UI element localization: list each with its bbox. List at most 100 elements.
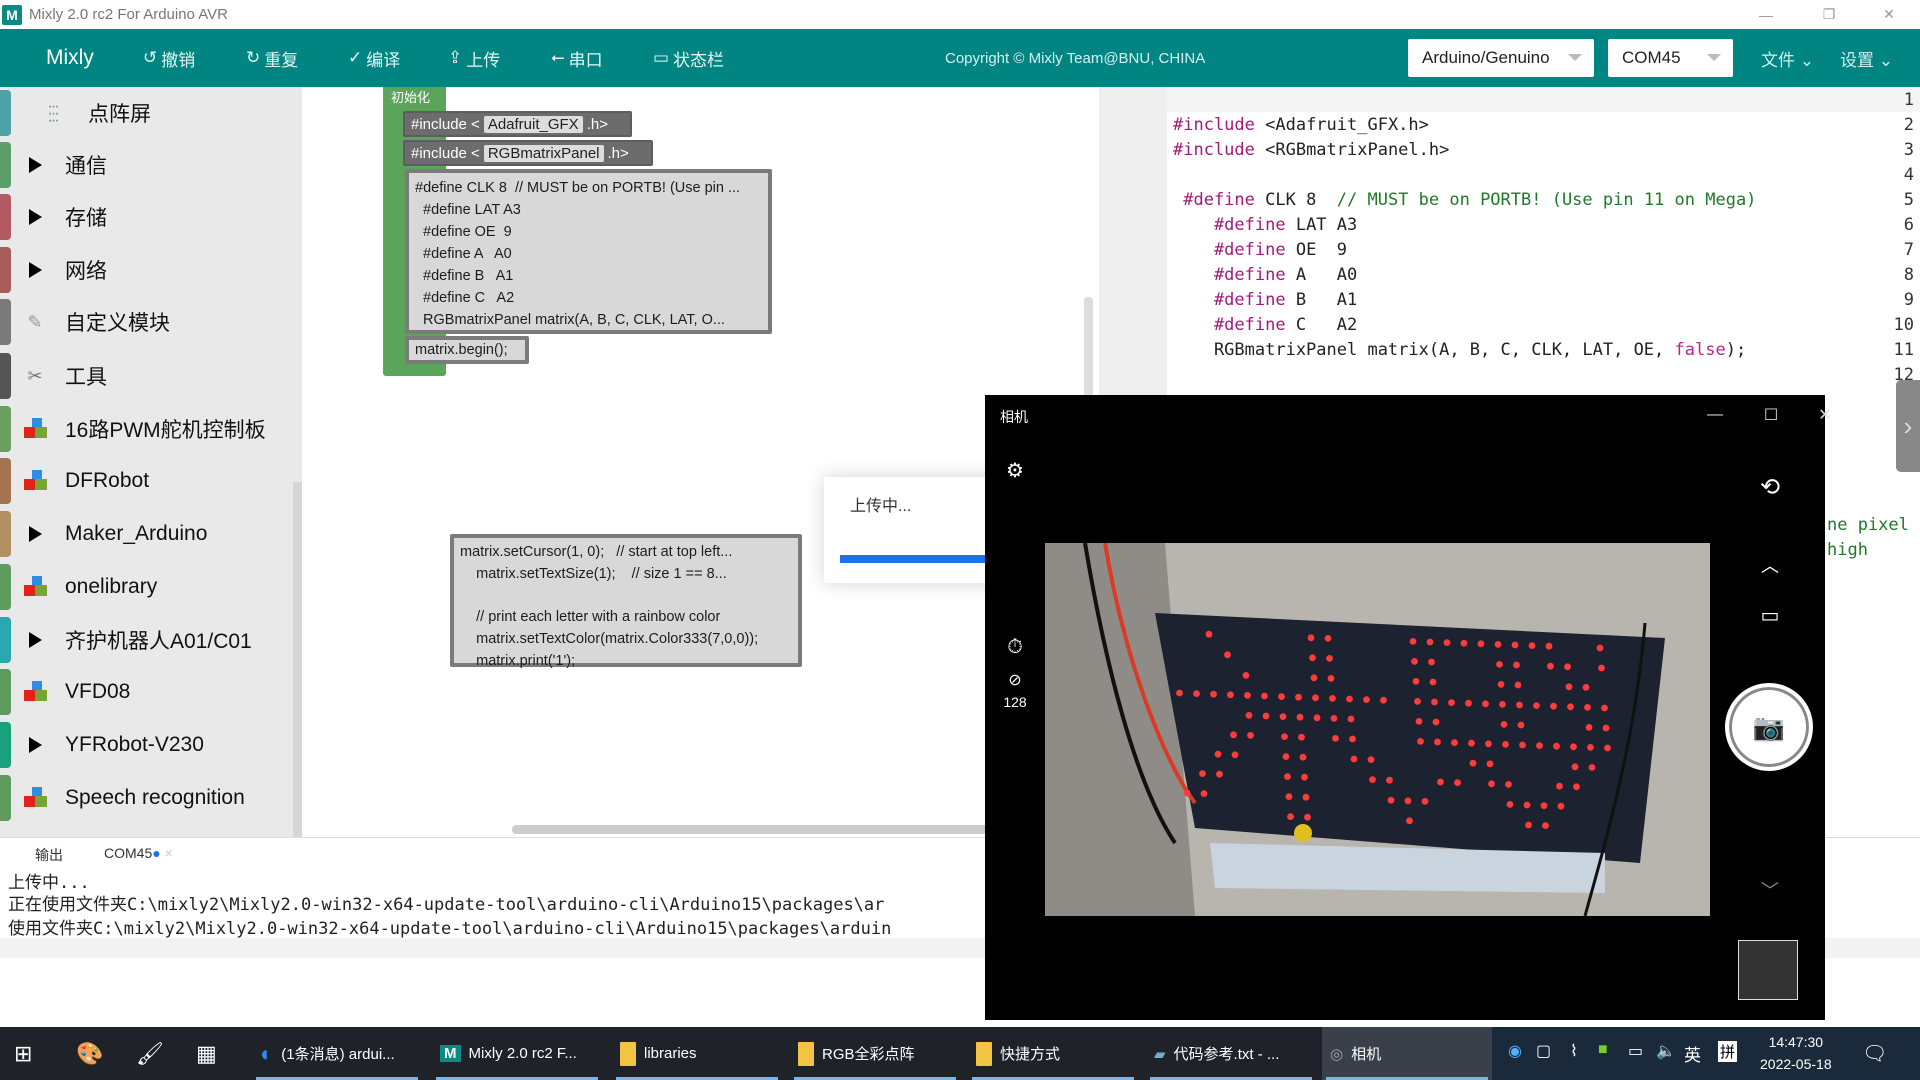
undo-button[interactable]: ↺ 撤销 — [143, 46, 195, 71]
brand-label[interactable]: Mixly — [46, 46, 94, 70]
sidebar-item[interactable]: 存储 — [0, 191, 302, 243]
pinned-app[interactable]: ▦ — [196, 1027, 232, 1080]
last-photo-thumbnail[interactable] — [1738, 940, 1798, 1000]
network-icon[interactable]: ⌇ — [1570, 1041, 1578, 1061]
loop-code-block[interactable]: matrix.setCursor(1, 0); // start at top … — [450, 534, 802, 669]
gear-icon[interactable]: ⚙ — [1000, 455, 1030, 485]
taskbar-item[interactable]: M Mixly 2.0 rc2 F... — [432, 1027, 602, 1080]
led-dot — [1545, 642, 1553, 650]
tablet-mode-icon[interactable]: ▢ — [1536, 1041, 1551, 1061]
switch-camera-icon[interactable]: ⟲ — [1750, 467, 1790, 507]
copyright-text: Copyright © Mixly Team@BNU, CHINA — [945, 49, 1206, 67]
code-line[interactable]: RGBmatrixPanel matrix(A, B, C, CLK, LAT,… — [1173, 340, 1746, 360]
code-comment-fragment: high — [1827, 540, 1868, 560]
code-line[interactable]: #include <RGBmatrixPanel.h> — [1173, 140, 1449, 160]
led-dot — [1443, 639, 1451, 646]
led-dot — [1210, 690, 1217, 698]
board-select[interactable]: Arduino/Genuino — [1408, 39, 1594, 77]
include-field[interactable]: Adafruit_GFX — [483, 115, 583, 133]
minimize-button[interactable]: — — [1743, 0, 1789, 29]
volume-icon[interactable]: 🔈 — [1656, 1041, 1676, 1061]
compile-button[interactable]: ✓ 编译 — [348, 46, 400, 71]
sidebar-item[interactable]: VFD08 — [0, 666, 302, 718]
statusbar-button[interactable]: ▭ 状态栏 — [653, 46, 724, 71]
caret-down-icon — [1568, 54, 1582, 61]
include-block-rgbmatrix[interactable]: #include < RGBmatrixPanel .h> — [403, 140, 653, 166]
sidebar-item[interactable]: Maker_Arduino — [0, 508, 302, 560]
battery-icon[interactable]: ▭ — [1628, 1041, 1643, 1061]
taskbar-item[interactable]: 快捷方式 — [968, 1027, 1138, 1080]
close-tab-icon[interactable]: × — [161, 845, 173, 861]
close-button[interactable]: ✕ — [1866, 0, 1912, 29]
taskbar-item[interactable]: ◐ (1条消息) ardui... — [252, 1027, 422, 1080]
serial-button[interactable]: ⭠ 串口 — [551, 46, 603, 71]
sidebar-item[interactable]: YFRobot-V230 — [0, 719, 302, 771]
tray-app-icon[interactable]: ◉ — [1508, 1041, 1522, 1061]
led-dot — [1511, 641, 1519, 649]
led-dot — [1310, 674, 1318, 682]
include-block-adafruit[interactable]: #include < Adafruit_GFX .h> — [403, 111, 632, 137]
sidebar-item[interactable]: 网络 — [0, 244, 302, 296]
define-code-block[interactable]: #define CLK 8 // MUST be on PORTB! (Use … — [405, 169, 772, 334]
video-mode-icon[interactable]: ▭ — [1750, 600, 1790, 630]
file-menu[interactable]: 文件 ⌄ — [1761, 46, 1814, 71]
redo-icon: ↻ — [246, 48, 261, 67]
gpu-tray-icon[interactable]: ■ — [1598, 1041, 1608, 1059]
system-clock[interactable]: 14:47:30 2022-05-18 — [1760, 1031, 1832, 1075]
led-dot — [1281, 733, 1288, 740]
workspace-vertical-scrollbar[interactable] — [1084, 297, 1093, 397]
side-panel-toggle[interactable]: › — [1896, 380, 1920, 472]
shutter-button[interactable]: 📷 — [1725, 683, 1813, 771]
ime-language[interactable]: 英 — [1684, 1041, 1701, 1066]
camera-maximize-button[interactable]: ☐ — [1753, 401, 1789, 429]
sidebar-item[interactable]: ✂ 工具 — [0, 350, 302, 402]
port-select[interactable]: COM45 — [1608, 39, 1733, 77]
tab-com45[interactable]: COM45● × — [104, 845, 173, 861]
camera-close-button[interactable]: ✕ — [1807, 401, 1843, 429]
pinned-app[interactable]: 🎨 — [76, 1027, 112, 1080]
taskbar-item[interactable]: ▰ 代码参考.txt - ... — [1146, 1027, 1316, 1080]
pinned-app[interactable]: 🖌 — [136, 1027, 172, 1080]
category-color-stripe — [0, 406, 11, 452]
taskbar-item[interactable]: RGB全彩点阵 — [790, 1027, 960, 1080]
settings-menu[interactable]: 设置 ⌄ — [1840, 46, 1893, 71]
sidebar-item[interactable]: Speech recognition — [0, 772, 302, 824]
include-field[interactable]: RGBmatrixPanel — [483, 144, 604, 162]
sidebar-item[interactable]: 通信 — [0, 139, 302, 191]
upload-button[interactable]: ⇪ 上传 — [448, 46, 500, 71]
chevron-up-icon[interactable]: ︿ — [1750, 550, 1790, 580]
redo-button[interactable]: ↻ 重复 — [246, 46, 298, 71]
maximize-button[interactable]: ❐ — [1806, 0, 1852, 29]
led-dot — [1602, 724, 1610, 732]
workspace-horizontal-scrollbar[interactable] — [512, 825, 992, 834]
code-line[interactable]: #define LAT A3 — [1173, 215, 1357, 235]
camera-minimize-button[interactable]: — — [1697, 401, 1733, 429]
begin-code-block[interactable]: matrix.begin(); — [405, 336, 529, 364]
chevron-down-icon[interactable]: ﹀ — [1750, 875, 1790, 905]
notification-center-button[interactable]: 🗨 — [1862, 1027, 1902, 1080]
led-dot — [1517, 721, 1525, 729]
blockly-workspace[interactable]: 初始化 #include < Adafruit_GFX .h> #include <… — [302, 87, 1099, 837]
start-button[interactable]: ⊞ — [14, 1027, 50, 1080]
taskbar-item[interactable]: ◎ 相机 — [1322, 1027, 1492, 1080]
code-line[interactable]: #define CLK 8 // MUST be on PORTB! (Use … — [1173, 190, 1756, 210]
sidebar-item[interactable]: ✎ 自定义模块 — [0, 296, 302, 348]
sidebar-item[interactable]: DFRobot — [0, 455, 302, 507]
ime-mode[interactable]: 拼 — [1718, 1041, 1738, 1062]
taskbar-item[interactable]: libraries — [612, 1027, 782, 1080]
code-line[interactable]: #include <Adafruit_GFX.h> — [1173, 115, 1429, 135]
exposure-icon[interactable]: ⊘ — [1000, 667, 1030, 693]
tab-output[interactable]: 输出 — [35, 845, 63, 865]
led-dot — [1571, 763, 1579, 771]
code-line[interactable]: #define C A2 — [1173, 315, 1357, 335]
timer-icon[interactable]: ⏱ — [1000, 632, 1030, 662]
sidebar-item[interactable]: 16路PWM舵机控制板 — [0, 403, 302, 455]
code-line[interactable]: #define OE 9 — [1173, 240, 1347, 260]
sidebar-item[interactable]: 齐护机器人A01/C01 — [0, 614, 302, 666]
sidebar-item[interactable]: onelibrary — [0, 561, 302, 613]
chevron-right-icon: › — [1903, 410, 1913, 441]
led-dot — [1301, 773, 1308, 781]
code-line[interactable]: #define B A1 — [1173, 290, 1357, 310]
sidebar-item[interactable]: ∙∙∙ ∙∙∙ ∙∙∙ 点阵屏 — [0, 87, 302, 139]
code-line[interactable]: #define A A0 — [1173, 265, 1357, 285]
